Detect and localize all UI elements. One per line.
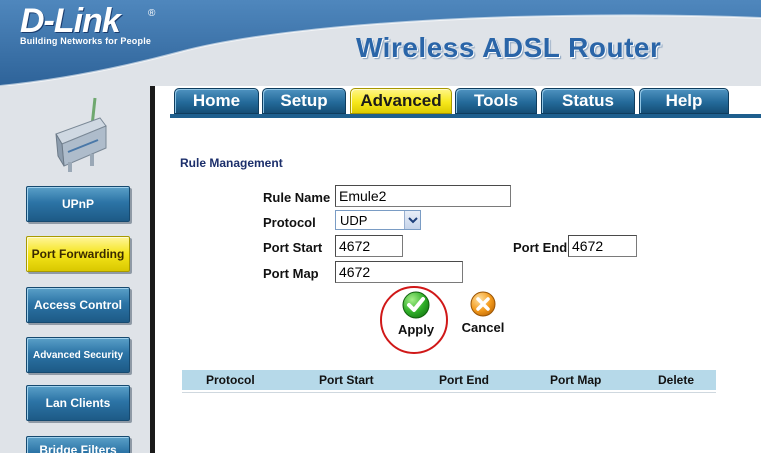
sidebar-item-label: Lan Clients	[45, 396, 111, 410]
tab-setup[interactable]: Setup	[262, 88, 346, 114]
sidebar-item-label: Advanced Security	[32, 349, 124, 361]
tab-label: Home	[192, 91, 241, 110]
port-end-input[interactable]	[568, 235, 637, 257]
tab-label: Help	[665, 91, 703, 110]
table-divider	[182, 392, 716, 393]
column-header-delete: Delete	[658, 373, 695, 387]
column-header-protocol: Protocol	[206, 373, 255, 387]
column-header-port-start: Port Start	[319, 373, 374, 387]
protocol-select[interactable]: UDP	[335, 210, 421, 230]
gutter	[155, 86, 170, 453]
port-end-label: Port End	[513, 240, 568, 255]
tab-help[interactable]: Help	[639, 88, 729, 114]
section-title: Rule Management	[180, 156, 283, 170]
sidebar-item-bridge-filters[interactable]: Bridge Filters	[26, 436, 130, 453]
sidebar-item-label: Bridge Filters	[39, 443, 117, 453]
sidebar-item-label: Port Forwarding	[31, 247, 125, 261]
rule-name-input[interactable]	[335, 185, 511, 207]
orange-x-icon	[470, 291, 496, 317]
tab-label: Tools	[473, 91, 519, 110]
brand-name: D-Link	[20, 2, 121, 40]
tab-status[interactable]: Status	[541, 88, 635, 114]
sidebar: UPnP Port Forwarding Access Control Adva…	[0, 86, 150, 453]
cancel-button[interactable]: Cancel	[458, 290, 508, 335]
port-map-label: Port Map	[263, 266, 319, 281]
protocol-selected-value: UDP	[340, 212, 368, 228]
highlight-annotation	[380, 286, 448, 354]
sidebar-item-label: Access Control	[33, 298, 123, 312]
product-title: Wireless ADSL Router	[356, 32, 662, 63]
sidebar-item-port-forwarding[interactable]: Port Forwarding	[26, 236, 130, 272]
rules-table-header: Protocol Port Start Port End Port Map De…	[182, 370, 716, 390]
tab-advanced[interactable]: Advanced	[350, 88, 452, 114]
router-device-image	[55, 97, 107, 172]
sidebar-item-advanced-security[interactable]: Advanced Security	[26, 337, 130, 373]
column-header-port-end: Port End	[439, 373, 489, 387]
sidebar-item-label: UPnP	[61, 197, 94, 211]
tab-label: Setup	[280, 91, 328, 110]
registered-mark: ®	[148, 8, 156, 19]
rule-name-label: Rule Name	[263, 190, 331, 205]
sidebar-item-lan-clients[interactable]: Lan Clients	[26, 385, 130, 421]
port-start-label: Port Start	[263, 240, 323, 255]
top-nav-tabs: Home Setup Advanced Tools Status Help	[170, 86, 761, 116]
tab-home[interactable]: Home	[174, 88, 259, 114]
cancel-label: Cancel	[461, 320, 505, 335]
header-banner: D-Link Building Networks for People ® Wi…	[0, 0, 761, 86]
protocol-label: Protocol	[263, 215, 316, 230]
sidebar-item-upnp[interactable]: UPnP	[26, 186, 130, 222]
column-header-port-map: Port Map	[550, 373, 602, 387]
tab-tools[interactable]: Tools	[455, 88, 537, 114]
dlink-logo: D-Link Building Networks for People ®	[20, 2, 155, 46]
port-map-input[interactable]	[335, 261, 463, 283]
tab-label: Advanced	[360, 91, 442, 110]
sidebar-item-access-control[interactable]: Access Control	[26, 287, 130, 323]
brand-tagline: Building Networks for People	[20, 36, 152, 46]
port-start-input[interactable]	[335, 235, 403, 257]
main-content: Rule Management Rule Name Protocol UDP P…	[170, 118, 761, 453]
tab-label: Status	[562, 91, 614, 110]
chevron-down-icon[interactable]	[404, 211, 420, 229]
